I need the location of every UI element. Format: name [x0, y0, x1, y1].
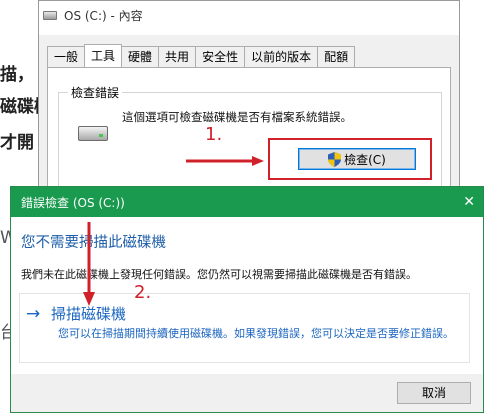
background-text: W: [0, 228, 10, 248]
scan-drive-title: 掃描磁碟機: [51, 305, 127, 323]
close-icon[interactable]: ✕: [463, 194, 475, 210]
background-text: 磁碟機: [0, 97, 40, 117]
tools-tab-panel: 檢查錯誤 這個選項可檢查磁碟機是否有檔案系統錯誤。 檢查(C): [47, 67, 451, 202]
tab-previous-versions[interactable]: 以前的版本: [244, 46, 319, 67]
tab-quota[interactable]: 配額: [317, 46, 356, 67]
properties-titlebar[interactable]: OS (C:) - 內容: [39, 1, 459, 35]
down-arrow-icon: [83, 222, 95, 306]
step-1-label: 1.: [205, 124, 223, 145]
dialog-description: 我們未在此磁碟機上發現任何錯誤。您仍然可以視需要掃描此磁碟機是否有錯誤。: [21, 268, 417, 281]
hard-drive-icon: [78, 126, 108, 141]
tab-tools[interactable]: 工具: [84, 44, 123, 67]
step-2-label: 2.: [134, 282, 152, 303]
properties-tabs: 一般 工具 硬體 共用 安全性 以前的版本 配額: [47, 44, 356, 68]
background-text: 台: [0, 323, 10, 343]
tab-security[interactable]: 安全性: [195, 46, 246, 67]
group-label: 檢查錯誤: [68, 84, 123, 101]
check-description: 這個選項可檢查磁碟機是否有檔案系統錯誤。: [122, 110, 352, 124]
tab-sharing[interactable]: 共用: [158, 46, 197, 67]
dialog-footer: 取消: [11, 374, 483, 412]
dialog-title: 錯誤檢查 (OS (C:)): [21, 195, 125, 210]
dialog-titlebar[interactable]: 錯誤檢查 (OS (C:)) ✕: [11, 187, 483, 217]
background-text: 才開: [0, 133, 34, 153]
highlight-box: [268, 138, 432, 180]
properties-title: OS (C:) - 內容: [64, 8, 143, 23]
tab-general[interactable]: 一般: [47, 46, 86, 67]
tab-hardware[interactable]: 硬體: [121, 46, 160, 67]
arrow-right-icon: →: [26, 304, 41, 324]
right-arrow-icon: [186, 156, 264, 166]
drive-icon: [43, 10, 57, 20]
scan-drive-description: 您可以在掃描期間持續使用磁碟機。如果發現錯誤，您可以決定是否要修正錯誤。: [58, 327, 454, 340]
cancel-button[interactable]: 取消: [397, 382, 471, 404]
background-text: 描，: [0, 65, 34, 85]
